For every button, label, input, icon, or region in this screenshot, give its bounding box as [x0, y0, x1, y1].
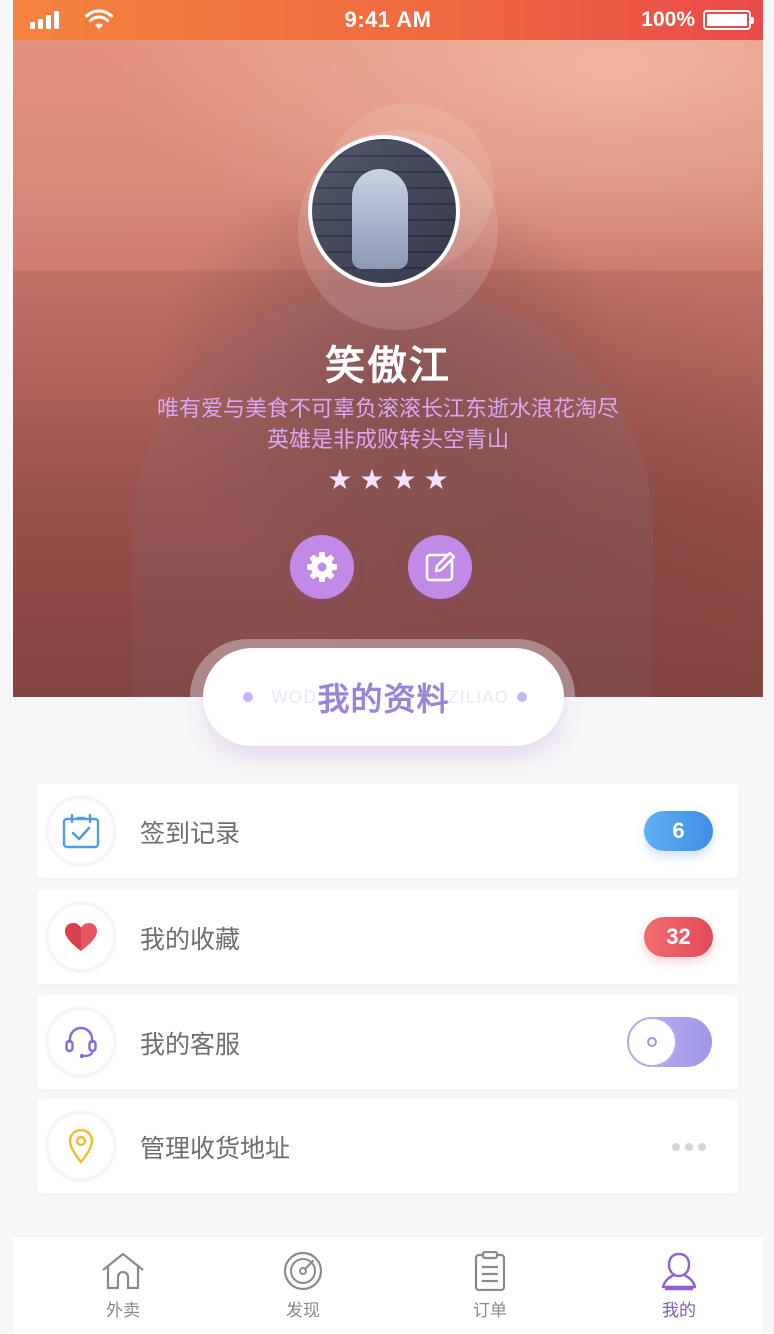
menu-item-favorites[interactable]: 我的收藏 32	[37, 890, 738, 984]
app-screen: 9:41 AM 100% 笑傲江 唯有爱与美食不可辜负滚滚长江东逝水浪花淘尽 英…	[0, 0, 774, 1334]
battery-icon	[703, 10, 754, 30]
menu-item-label: 签到记录	[140, 819, 241, 848]
edit-profile-button[interactable]	[408, 535, 472, 599]
star-icon: ★	[327, 463, 353, 496]
count-badge: 32	[644, 917, 713, 957]
location-pin-icon	[68, 1128, 94, 1164]
profile-header: 笑傲江 唯有爱与美食不可辜负滚滚长江东逝水浪花淘尽 英雄是非成败转头空青山 ★ …	[13, 40, 763, 697]
battery-percent: 100%	[641, 8, 695, 31]
tab-bar: 外卖 发现 订单 我的	[13, 1236, 763, 1334]
profile-bio-line2: 英雄是非成败转头空青山	[266, 428, 509, 453]
count-badge: 6	[644, 811, 713, 851]
star-icon: ★	[359, 463, 385, 496]
menu-item-label: 管理收货地址	[140, 1134, 291, 1163]
menu-item-label: 我的客服	[140, 1030, 241, 1059]
star-icon: ★	[423, 463, 449, 496]
tab-label: 我的	[662, 1301, 696, 1321]
profile-name: 笑傲江	[325, 343, 451, 389]
tab-orders[interactable]: 订单	[445, 1250, 535, 1321]
section-header: WOD 我的资料 ZILIAO	[203, 648, 564, 746]
more-icon[interactable]	[672, 1143, 706, 1151]
tab-label: 订单	[473, 1301, 507, 1321]
home-icon	[102, 1252, 144, 1290]
menu-item-checkin[interactable]: 签到记录 6	[37, 784, 738, 878]
tab-takeaway[interactable]: 外卖	[78, 1251, 168, 1321]
status-bar: 9:41 AM 100%	[13, 0, 763, 40]
settings-button[interactable]	[290, 535, 354, 599]
section-title: 我的资料	[317, 680, 450, 718]
user-icon	[661, 1252, 697, 1291]
section-subtitle-left: WOD	[271, 688, 318, 708]
service-toggle[interactable]	[627, 1017, 712, 1067]
star-rating: ★ ★ ★ ★	[13, 465, 763, 495]
profile-bio-line1: 唯有爱与美食不可辜负滚滚长江东逝水浪花淘尽	[156, 397, 619, 422]
toggle-knob	[627, 1017, 677, 1067]
section-subtitle-right: ZILIAO	[447, 688, 509, 708]
tab-label: 外卖	[106, 1301, 140, 1321]
star-icon: ★	[391, 463, 417, 496]
gear-icon	[307, 552, 337, 582]
wifi-icon	[85, 9, 113, 29]
status-time: 9:41 AM	[344, 7, 432, 32]
avatar[interactable]	[308, 135, 460, 287]
menu-item-address[interactable]: 管理收货地址	[37, 1099, 738, 1193]
heart-icon	[65, 923, 97, 951]
calendar-check-icon	[62, 813, 100, 849]
menu-item-label: 我的收藏	[140, 925, 241, 954]
compass-icon	[283, 1251, 323, 1291]
tab-label: 发现	[286, 1301, 320, 1321]
headset-icon	[65, 1026, 97, 1059]
tab-mine[interactable]: 我的	[634, 1251, 724, 1321]
edit-icon	[425, 551, 456, 582]
menu-item-customer-service[interactable]: 我的客服	[37, 995, 738, 1089]
clipboard-icon	[474, 1250, 506, 1292]
tab-discover[interactable]: 发现	[258, 1251, 348, 1321]
signal-icon	[30, 11, 59, 29]
